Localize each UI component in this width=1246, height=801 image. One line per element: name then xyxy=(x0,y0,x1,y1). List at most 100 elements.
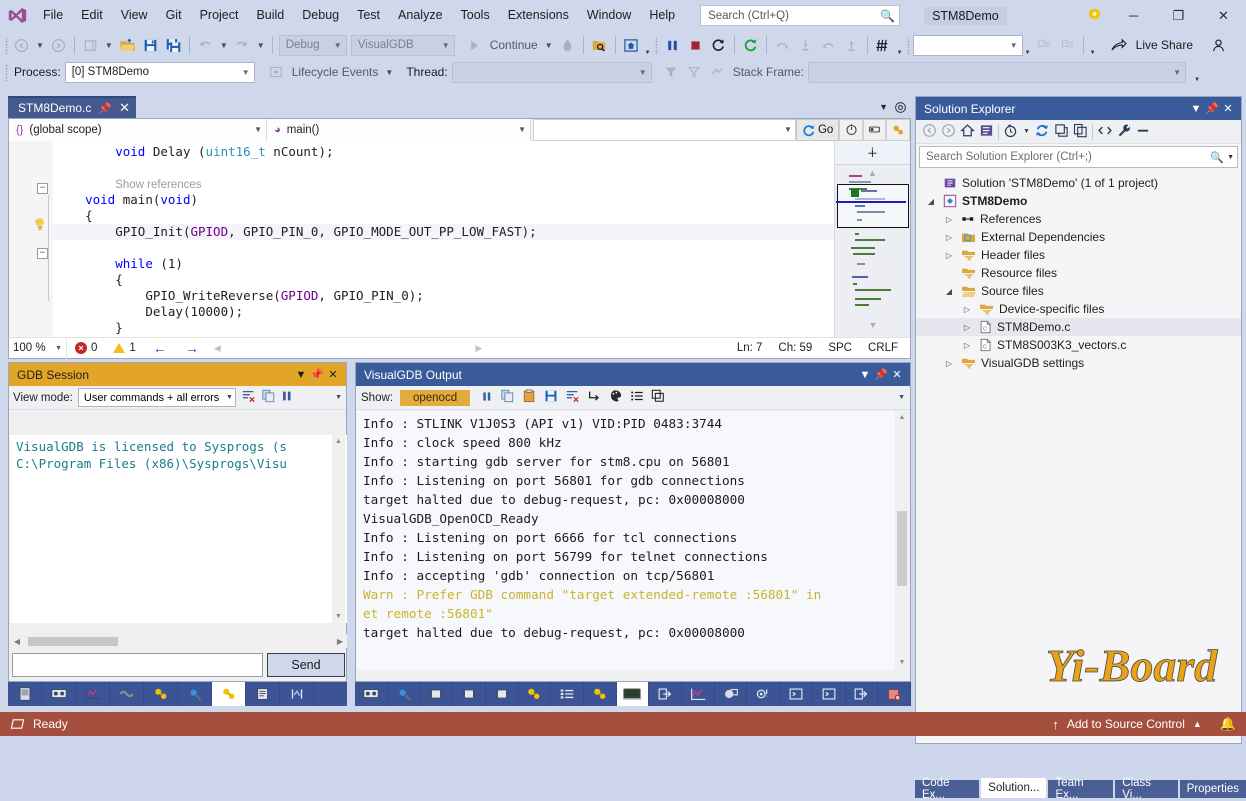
gdb-scroll-left-icon[interactable]: ◀ xyxy=(10,637,24,646)
solex-search-dropdown-icon[interactable]: ▼ xyxy=(1224,154,1234,161)
code-text[interactable]: void Delay (uint16_t nCount); Show refer… xyxy=(53,141,910,337)
output-pane-tool-strip[interactable] xyxy=(355,682,911,706)
comment-selection-button[interactable] xyxy=(1033,34,1056,56)
step-into-button[interactable] xyxy=(794,34,817,56)
menu-extensions[interactable]: Extensions xyxy=(499,0,578,31)
bottom-tab[interactable]: Code Ex... xyxy=(915,777,980,801)
gdb-pane-tool-strip[interactable] xyxy=(8,682,347,706)
chevron-up-icon[interactable]: ▲ xyxy=(1193,719,1202,729)
step-out-button[interactable] xyxy=(817,34,840,56)
strip2-icon-console-2[interactable] xyxy=(813,682,846,706)
gdb-vertical-scrollbar[interactable]: ▲ ▼ xyxy=(332,435,345,623)
menu-git[interactable]: Git xyxy=(157,0,191,31)
debug-toolbar-grip[interactable] xyxy=(2,62,10,82)
bottom-tab[interactable]: Properties xyxy=(1179,780,1246,798)
chevron-right-icon[interactable]: ▷ xyxy=(942,251,956,260)
view-mode-combo[interactable]: User commands + all errors ▼ xyxy=(77,388,236,407)
show-next-statement-icon[interactable] xyxy=(872,34,895,56)
gdb-horizontal-scrollbar[interactable]: ◀ ▶ xyxy=(10,634,347,648)
continue-dropdown-icon[interactable]: ▼ xyxy=(542,41,556,50)
strip2-icon-plot[interactable] xyxy=(682,682,715,706)
output-clear-icon[interactable] xyxy=(565,389,580,406)
editor-settings-icon[interactable] xyxy=(894,101,907,114)
toolbar-grip-2[interactable] xyxy=(653,35,661,55)
strip2-icon-window[interactable] xyxy=(715,682,748,706)
close-icon[interactable]: ✕ xyxy=(119,100,130,116)
solex-home-icon[interactable] xyxy=(960,123,975,141)
tree-item[interactable]: ▷ External Dependencies xyxy=(916,228,1241,246)
toolbar-overflow-2[interactable] xyxy=(895,34,905,56)
gdb-hscroll-thumb[interactable] xyxy=(28,636,118,646)
chevron-right-icon[interactable]: ▷ xyxy=(942,215,956,224)
solution-explorer-tab-strip[interactable]: Code Ex... Solution... Team Ex... Class Vi.… xyxy=(915,777,1246,801)
bottom-tab[interactable]: Class Vi... xyxy=(1115,777,1178,801)
solution-tree[interactable]: Solution 'STM8Demo' (1 of 1 project) ◢ STM… xyxy=(916,170,1241,372)
add-to-source-control[interactable]: Add to Source Control xyxy=(1067,717,1185,731)
fold-toggle-main[interactable]: − xyxy=(37,183,48,194)
strip2-icon-chip-2[interactable] xyxy=(453,682,486,706)
solex-preview-icon[interactable] xyxy=(1136,123,1151,141)
break-all-button[interactable] xyxy=(661,34,684,56)
code-line[interactable]: while (1) xyxy=(53,256,910,272)
minimap-scroll-up-icon[interactable]: ▲ xyxy=(835,165,910,181)
save-all-button[interactable] xyxy=(162,34,185,56)
strip2-icon-search[interactable] xyxy=(388,682,421,706)
tree-item[interactable]: ▷ Device-specific files xyxy=(916,300,1241,318)
strip-icon-visualgdb-active[interactable] xyxy=(212,682,246,706)
editor-gutter[interactable]: − − xyxy=(9,141,53,337)
strip2-icon-registers[interactable] xyxy=(355,682,388,706)
account-icon[interactable] xyxy=(1207,34,1230,56)
solex-menu-icon[interactable]: ▼ xyxy=(1188,103,1204,115)
output-palette-icon[interactable] xyxy=(608,389,623,406)
toolbar-overflow-4[interactable] xyxy=(1088,34,1098,56)
show-source-combo[interactable]: openocd xyxy=(399,389,471,406)
menu-edit[interactable]: Edit xyxy=(72,0,112,31)
flag-threads-icon[interactable] xyxy=(683,61,706,83)
solex-refresh-icon[interactable] xyxy=(1034,123,1050,141)
gdb-scroll-down-icon[interactable]: ▼ xyxy=(332,610,345,623)
strip-icon-search[interactable] xyxy=(178,682,212,706)
strip-icon-live-watch[interactable] xyxy=(76,682,110,706)
bottom-tab[interactable]: Team Ex... xyxy=(1048,777,1114,801)
next-issue-icon[interactable]: → xyxy=(176,340,208,356)
code-line[interactable]: } xyxy=(53,336,910,337)
menu-help[interactable]: Help xyxy=(640,0,684,31)
output-log[interactable]: Info : STLINK V1J0S3 (API v1) VID:PID 04… xyxy=(357,411,896,670)
code-area[interactable]: − − void Delay (uint16_t nCount); Show r… xyxy=(9,141,910,337)
stack-frame-combo[interactable]: ▼ xyxy=(808,61,1187,83)
home-window-button[interactable] xyxy=(620,34,643,56)
pause-log-icon[interactable] xyxy=(281,389,293,406)
start-debugging-button[interactable] xyxy=(463,34,486,56)
strip2-icon-chip-3[interactable] xyxy=(486,682,519,706)
fold-toggle-while[interactable]: − xyxy=(37,248,48,259)
tree-item[interactable]: ◢ STM8Demo xyxy=(916,192,1241,210)
debug-toolbar-overflow[interactable] xyxy=(1192,61,1202,83)
undo-button[interactable] xyxy=(194,34,217,56)
strip-icon-registers[interactable] xyxy=(42,682,76,706)
minimize-button[interactable]: ─ xyxy=(1111,0,1156,31)
navigate-back-dropdown-icon[interactable]: ▼ xyxy=(33,41,47,50)
live-share-button[interactable]: Live Share xyxy=(1110,38,1197,53)
uncomment-selection-button[interactable] xyxy=(1056,34,1079,56)
code-line[interactable] xyxy=(53,240,910,256)
output-close-icon[interactable]: ✕ xyxy=(889,368,905,381)
pin-icon[interactable]: 📌 xyxy=(98,102,112,115)
output-wordwrap-icon[interactable] xyxy=(587,389,601,406)
scope-combo[interactable]: {} (global scope) ▼ xyxy=(9,118,268,141)
output-vertical-scrollbar[interactable]: ▲ ▼ xyxy=(895,411,909,670)
strip2-icon-stop[interactable] xyxy=(878,682,911,706)
gdb-scroll-right-icon[interactable]: ▶ xyxy=(333,637,347,646)
gdb-scroll-up-icon[interactable]: ▲ xyxy=(332,435,345,448)
hscroll-right-icon[interactable]: ▶ xyxy=(475,343,482,354)
new-project-dropdown-icon[interactable]: ▼ xyxy=(102,41,116,50)
prev-issue-icon[interactable]: ← xyxy=(144,340,176,356)
navigate-forward-button[interactable] xyxy=(47,34,70,56)
lifecycle-events-icon[interactable] xyxy=(265,61,288,83)
menu-analyze[interactable]: Analyze xyxy=(389,0,451,31)
member-combo[interactable]: ◕ main() ▼ xyxy=(267,118,532,141)
tree-item[interactable]: Solution 'STM8Demo' (1 of 1 project) xyxy=(916,174,1241,192)
strip2-icon-visualgdb[interactable] xyxy=(519,682,552,706)
redo-button[interactable] xyxy=(231,34,254,56)
gdb-command-input[interactable] xyxy=(12,653,263,677)
redo-dropdown-icon[interactable]: ▼ xyxy=(254,41,268,50)
